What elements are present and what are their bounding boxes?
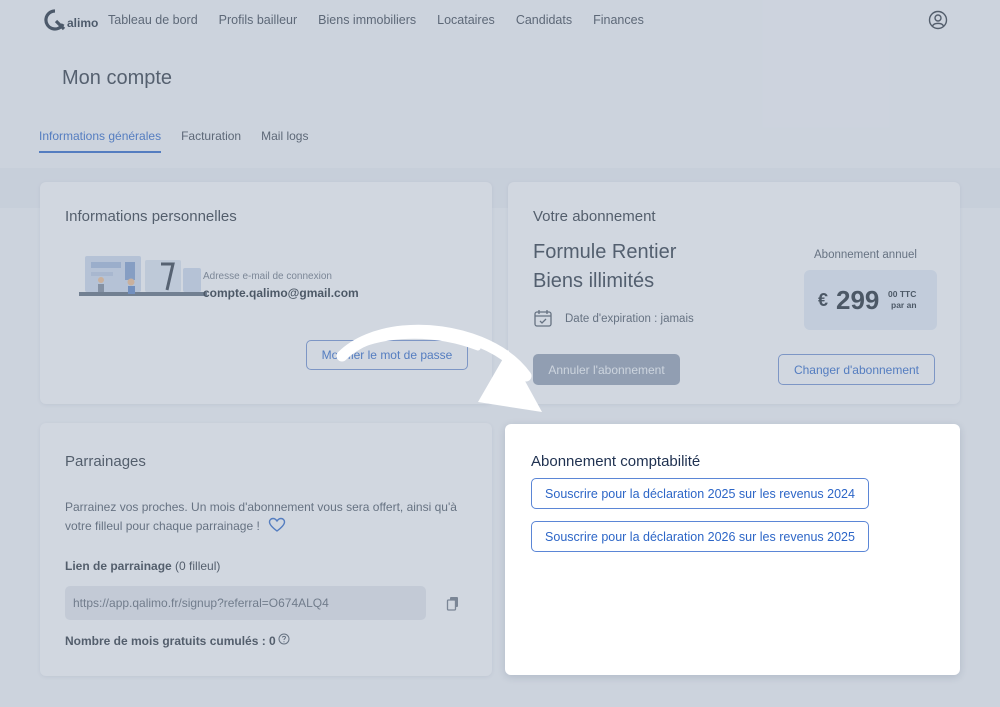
annotation-arrow-icon (336, 324, 542, 412)
subscribe-2025-button[interactable]: Souscrire pour la déclaration 2025 sur l… (531, 478, 869, 509)
accounting-subscription-card: Abonnement comptabilité Souscrire pour l… (505, 424, 960, 675)
subscribe-2026-button[interactable]: Souscrire pour la déclaration 2026 sur l… (531, 521, 869, 552)
accounting-title: Abonnement comptabilité (531, 453, 701, 470)
